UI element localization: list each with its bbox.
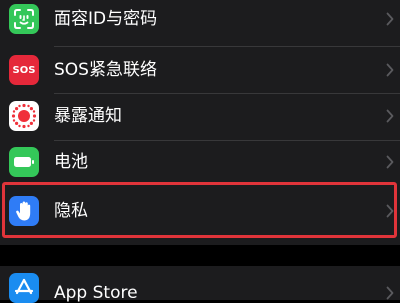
settings-row-label: App Store — [54, 283, 138, 303]
settings-row-label: SOS紧急联络 — [54, 60, 157, 80]
chevron-right-icon — [386, 12, 394, 26]
settings-row-label: 暴露通知 — [54, 106, 122, 126]
chevron-right-icon — [386, 109, 394, 123]
chevron-right-icon — [386, 155, 394, 169]
settings-row-label: 面容ID与密码 — [54, 9, 158, 29]
chevron-right-icon — [386, 63, 394, 77]
settings-row-exposure-notifications[interactable]: 暴露通知 — [0, 94, 400, 141]
settings-group: App Store — [0, 266, 400, 303]
battery-icon — [9, 147, 39, 177]
sos-icon: SOS — [9, 55, 39, 85]
privacy-highlight-box — [2, 182, 397, 238]
chevron-right-icon — [386, 286, 394, 300]
sos-badge-text: SOS — [12, 64, 36, 76]
settings-screen: 面容ID与密码 SOS SOS紧急联络 暴露通知 电池 隐私 App Store — [0, 0, 400, 303]
settings-row-emergency-sos[interactable]: SOS SOS紧急联络 — [0, 47, 400, 94]
settings-row-battery[interactable]: 电池 — [0, 141, 400, 188]
app-store-icon — [9, 273, 39, 303]
settings-row-label: 电池 — [54, 152, 88, 172]
exposure-notification-icon — [9, 101, 39, 131]
settings-row-app-store[interactable]: App Store — [0, 266, 400, 303]
settings-row-face-id[interactable]: 面容ID与密码 — [0, 0, 400, 47]
face-id-icon — [9, 4, 39, 34]
